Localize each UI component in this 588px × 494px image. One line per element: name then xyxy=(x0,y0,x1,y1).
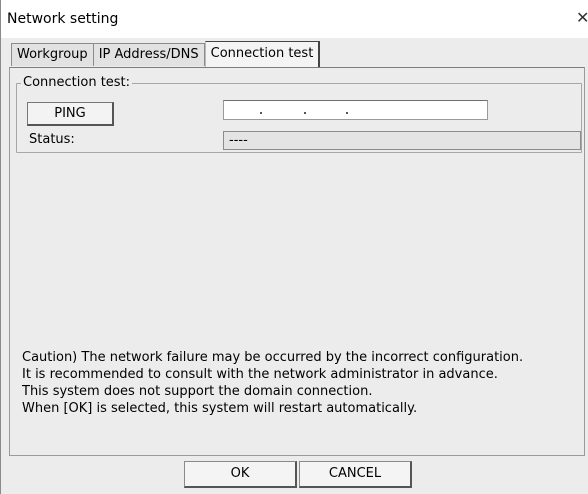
cancel-button[interactable]: CANCEL xyxy=(299,461,412,488)
title-bar: Network setting ✕ xyxy=(1,0,588,38)
caution-line: When [OK] is selected, this system will … xyxy=(22,401,418,416)
caution-line: This system does not support the domain … xyxy=(22,384,373,399)
connection-test-group: Connection test: PING Status: ---- xyxy=(16,75,582,153)
tab-connection-test[interactable]: Connection test xyxy=(204,41,321,68)
ip-separator-dot xyxy=(346,112,348,114)
ping-button[interactable]: PING xyxy=(27,102,114,126)
tab-ip-address-dns[interactable]: IP Address/DNS xyxy=(93,43,205,66)
ip-separator-dot xyxy=(304,112,306,114)
connection-test-group-label: Connection test: xyxy=(21,75,133,91)
status-value: ---- xyxy=(223,131,581,150)
caution-message: Caution) The network failure may be occu… xyxy=(22,349,523,417)
network-setting-dialog: Network setting ✕ Workgroup IP Address/D… xyxy=(0,0,588,494)
caution-line: Caution) The network failure may be occu… xyxy=(22,350,524,365)
dialog-footer: OK CANCEL xyxy=(1,456,588,494)
tab-bar: Workgroup IP Address/DNS Connection test xyxy=(11,41,321,68)
status-label: Status: xyxy=(29,132,75,147)
ok-button[interactable]: OK xyxy=(184,461,297,488)
tab-panel-connection-test: Connection test: PING Status: ---- Cauti… xyxy=(9,67,585,456)
ip-address-input[interactable] xyxy=(223,100,488,120)
window-title: Network setting xyxy=(7,11,119,27)
close-icon[interactable]: ✕ xyxy=(576,9,588,27)
caution-line: It is recommended to consult with the ne… xyxy=(22,367,498,382)
ip-separator-dot xyxy=(260,112,262,114)
tab-workgroup[interactable]: Workgroup xyxy=(11,43,94,66)
